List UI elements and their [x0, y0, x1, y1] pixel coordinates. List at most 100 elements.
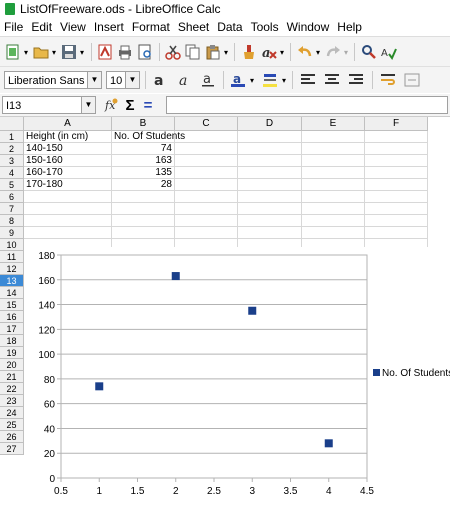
- clear-formatting-icon[interactable]: a: [260, 43, 278, 61]
- row-header-4[interactable]: 4: [0, 167, 24, 179]
- row-header-15[interactable]: 15: [0, 299, 24, 311]
- cell-d7[interactable]: [238, 203, 302, 215]
- save-icon[interactable]: [60, 43, 78, 61]
- row-header-23[interactable]: 23: [0, 395, 24, 407]
- new-dropdown-icon[interactable]: ▾: [22, 43, 30, 61]
- row-header-1[interactable]: 1: [0, 131, 24, 143]
- cell-a5[interactable]: 170-180: [24, 179, 112, 191]
- menu-data[interactable]: Data: [213, 18, 246, 36]
- cell-f3[interactable]: [365, 155, 428, 167]
- row-header-18[interactable]: 18: [0, 335, 24, 347]
- cell-e8[interactable]: [302, 215, 365, 227]
- cell-a8[interactable]: [24, 215, 112, 227]
- highlight-dropdown-icon[interactable]: ▾: [280, 71, 288, 89]
- cell-a9[interactable]: [24, 227, 112, 239]
- row-header-25[interactable]: 25: [0, 419, 24, 431]
- menu-sheet[interactable]: Sheet: [174, 18, 213, 36]
- row-header-11[interactable]: 11: [0, 251, 24, 263]
- bold-icon[interactable]: a: [150, 71, 170, 89]
- row-header-27[interactable]: 27: [0, 443, 24, 455]
- underline-icon[interactable]: a: [198, 71, 218, 89]
- cell-b3[interactable]: 163: [112, 155, 175, 167]
- row-header-8[interactable]: 8: [0, 215, 24, 227]
- cell-f9[interactable]: [365, 227, 428, 239]
- cell-d5[interactable]: [238, 179, 302, 191]
- cell-b9[interactable]: [112, 227, 175, 239]
- row-header-13[interactable]: 13: [0, 275, 24, 287]
- cell-c1[interactable]: [175, 131, 238, 143]
- menu-format[interactable]: Format: [128, 18, 174, 36]
- name-box-dropdown-icon[interactable]: ▼: [81, 97, 95, 113]
- cell-c6[interactable]: [175, 191, 238, 203]
- cell-f1[interactable]: [365, 131, 428, 143]
- cell-f6[interactable]: [365, 191, 428, 203]
- export-pdf-icon[interactable]: [96, 43, 114, 61]
- cell-b4[interactable]: 135: [112, 167, 175, 179]
- wrap-text-icon[interactable]: [378, 71, 398, 89]
- column-header-f[interactable]: F: [365, 117, 428, 131]
- menu-help[interactable]: Help: [333, 18, 366, 36]
- cell-d8[interactable]: [238, 215, 302, 227]
- font-name-dropdown-icon[interactable]: ▼: [87, 72, 101, 88]
- scatter-chart[interactable]: 0 20 40 60 80 100 120 140 160 180 0.5 1 1.5 2 2.5 3 3.5 4…: [24, 247, 450, 504]
- merge-cells-icon[interactable]: [402, 71, 422, 89]
- new-document-icon[interactable]: [4, 43, 22, 61]
- menu-edit[interactable]: Edit: [27, 18, 56, 36]
- cell-a3[interactable]: 150-160: [24, 155, 112, 167]
- cell-a6[interactable]: [24, 191, 112, 203]
- cell-a2[interactable]: 140-150: [24, 143, 112, 155]
- cell-b2[interactable]: 74: [112, 143, 175, 155]
- cell-e7[interactable]: [302, 203, 365, 215]
- font-color-dropdown-icon[interactable]: ▾: [248, 71, 256, 89]
- column-header-e[interactable]: E: [302, 117, 365, 131]
- clear-dropdown-icon[interactable]: ▾: [278, 43, 286, 61]
- row-header-9[interactable]: 9: [0, 227, 24, 239]
- find-replace-icon[interactable]: [360, 43, 378, 61]
- cell-d1[interactable]: [238, 131, 302, 143]
- row-header-7[interactable]: 7: [0, 203, 24, 215]
- row-header-19[interactable]: 19: [0, 347, 24, 359]
- cell-e4[interactable]: [302, 167, 365, 179]
- name-box[interactable]: I13 ▼: [2, 96, 96, 114]
- save-dropdown-icon[interactable]: ▾: [78, 43, 86, 61]
- print-preview-icon[interactable]: [136, 43, 154, 61]
- row-header-12[interactable]: 12: [0, 263, 24, 275]
- cell-c3[interactable]: [175, 155, 238, 167]
- cell-e6[interactable]: [302, 191, 365, 203]
- cell-f4[interactable]: [365, 167, 428, 179]
- font-name-box[interactable]: Liberation Sans ▼: [4, 71, 102, 89]
- cell-b8[interactable]: [112, 215, 175, 227]
- row-header-10[interactable]: 10: [0, 239, 24, 251]
- cell-b1[interactable]: No. Of Students: [112, 131, 185, 143]
- cell-f5[interactable]: [365, 179, 428, 191]
- paste-dropdown-icon[interactable]: ▾: [222, 43, 230, 61]
- cell-d9[interactable]: [238, 227, 302, 239]
- cell-d6[interactable]: [238, 191, 302, 203]
- cell-f7[interactable]: [365, 203, 428, 215]
- cell-f8[interactable]: [365, 215, 428, 227]
- row-header-5[interactable]: 5: [0, 179, 24, 191]
- print-icon[interactable]: [116, 43, 134, 61]
- cell-c5[interactable]: [175, 179, 238, 191]
- cell-b6[interactable]: [112, 191, 175, 203]
- redo-icon[interactable]: [324, 43, 342, 61]
- function-wizard-icon[interactable]: fx: [102, 96, 120, 114]
- column-header-d[interactable]: D: [238, 117, 302, 131]
- cell-c2[interactable]: [175, 143, 238, 155]
- cell-f2[interactable]: [365, 143, 428, 155]
- cell-d3[interactable]: [238, 155, 302, 167]
- cell-a4[interactable]: 160-170: [24, 167, 112, 179]
- menu-insert[interactable]: Insert: [90, 18, 128, 36]
- row-header-22[interactable]: 22: [0, 383, 24, 395]
- open-dropdown-icon[interactable]: ▾: [50, 43, 58, 61]
- column-header-b[interactable]: B: [112, 117, 175, 131]
- paste-icon[interactable]: [204, 43, 222, 61]
- menu-view[interactable]: View: [56, 18, 90, 36]
- cell-a1[interactable]: Height (in cm): [24, 131, 112, 143]
- redo-dropdown-icon[interactable]: ▾: [342, 43, 350, 61]
- column-header-a[interactable]: A: [24, 117, 112, 131]
- cell-c9[interactable]: [175, 227, 238, 239]
- cell-e9[interactable]: [302, 227, 365, 239]
- undo-icon[interactable]: [296, 43, 314, 61]
- row-header-20[interactable]: 20: [0, 359, 24, 371]
